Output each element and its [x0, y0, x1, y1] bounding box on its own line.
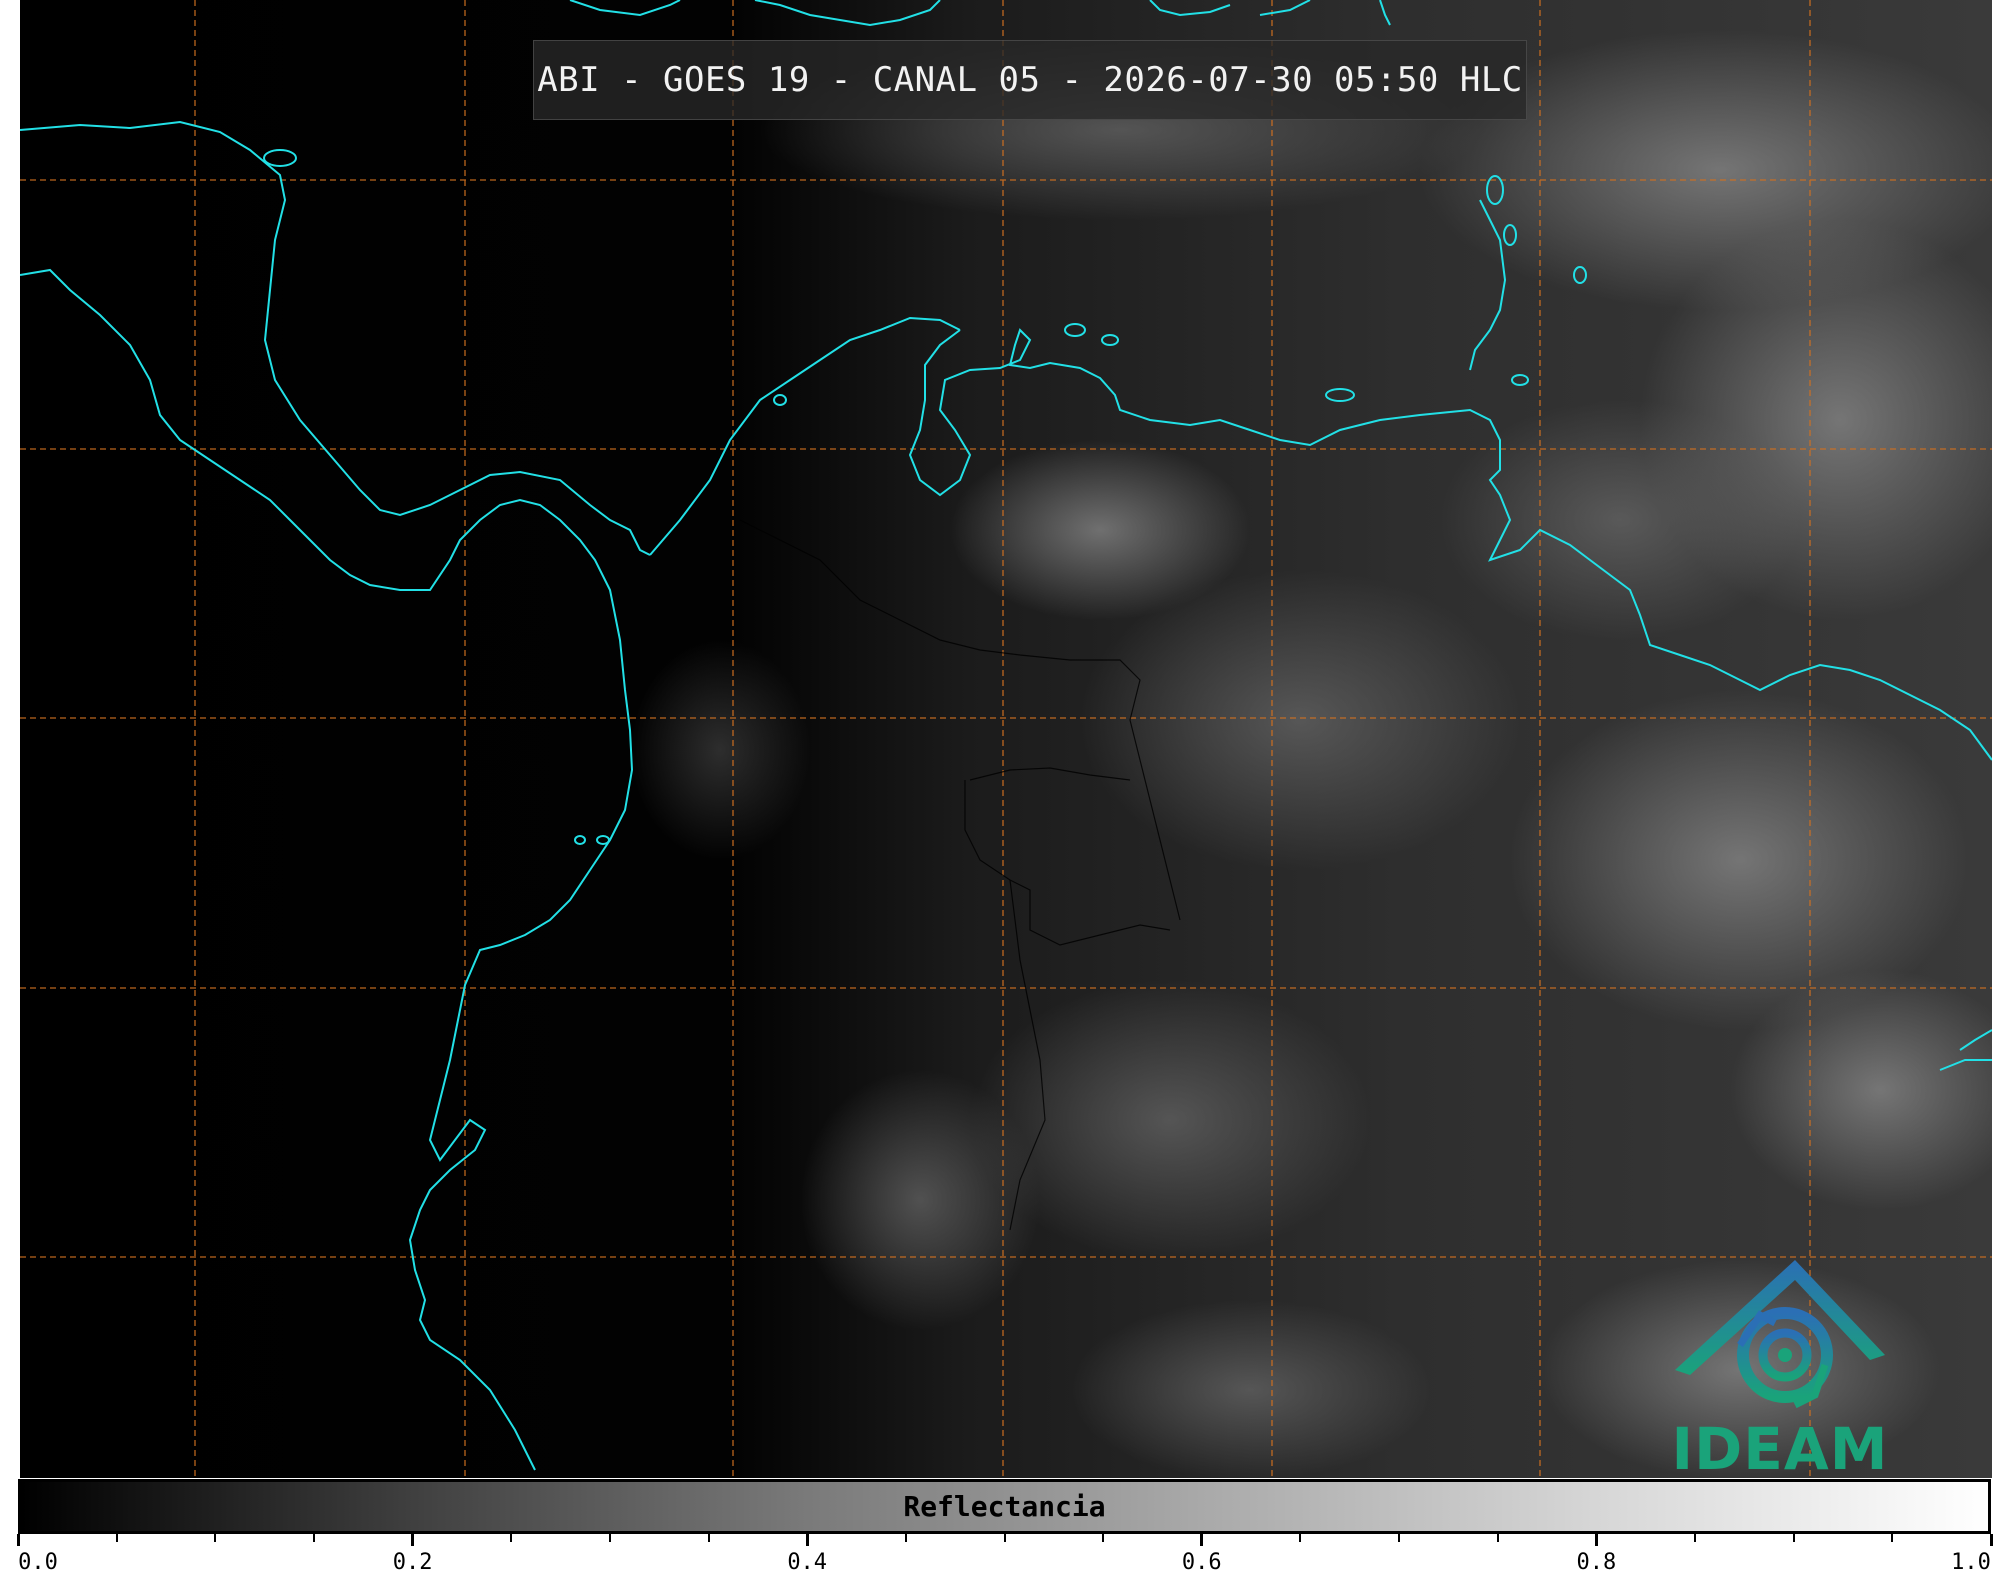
colorbar-minor-tick [1496, 1534, 1499, 1542]
colorbar-tick-label: 0.0 [18, 1550, 58, 1575]
colorbar-tick-label: 0.8 [1576, 1550, 1617, 1575]
colorbar-ticks: 0.0 0.2 0.4 0.6 0.8 1.0 [16, 1534, 1993, 1577]
colorbar-major-tick [411, 1534, 415, 1546]
colorbar-minor-tick [1299, 1534, 1302, 1542]
colorbar-minor-tick [1792, 1534, 1795, 1542]
satellite-figure: ABI - GOES 19 - CANAL 05 - 2026-07-30 05… [0, 0, 2011, 1577]
ideam-logo: IDEAM [1665, 1255, 1895, 1483]
ideam-mountain-spiral-logo-icon [1675, 1260, 1885, 1409]
colorbar-minor-tick [1398, 1534, 1401, 1542]
colorbar-tick-label: 0.6 [1181, 1550, 1222, 1575]
colorbar-major-tick [1200, 1534, 1204, 1546]
colorbar-tick-label: 1.0 [1951, 1550, 1991, 1575]
map-title: ABI - GOES 19 - CANAL 05 - 2026-07-30 05… [537, 60, 1523, 100]
colorbar-major-tick [1594, 1534, 1598, 1546]
colorbar-minor-tick [608, 1534, 611, 1542]
colorbar-minor-tick [1003, 1534, 1006, 1542]
colorbar-tick-label: 0.2 [392, 1550, 433, 1575]
colorbar-major-tick [16, 1534, 20, 1546]
title-banner: ABI - GOES 19 - CANAL 05 - 2026-07-30 05… [533, 40, 1527, 120]
colorbar-minor-tick [707, 1534, 710, 1542]
colorbar-tick-label: 0.4 [787, 1550, 828, 1575]
colorbar-minor-tick [1102, 1534, 1105, 1542]
colorbar-minor-tick [1694, 1534, 1697, 1542]
colorbar-minor-tick [904, 1534, 907, 1542]
colorbar-minor-tick [214, 1534, 217, 1542]
logo-wordmark: IDEAM [1671, 1415, 1889, 1483]
colorbar: Reflectancia [18, 1479, 1991, 1534]
colorbar-minor-tick [1891, 1534, 1894, 1542]
colorbar-label: Reflectancia [903, 1490, 1106, 1523]
colorbar-major-tick [1989, 1534, 1993, 1546]
colorbar-minor-tick [115, 1534, 118, 1542]
colorbar-minor-tick [312, 1534, 315, 1542]
colorbar-minor-tick [510, 1534, 513, 1542]
colorbar-major-tick [805, 1534, 809, 1546]
